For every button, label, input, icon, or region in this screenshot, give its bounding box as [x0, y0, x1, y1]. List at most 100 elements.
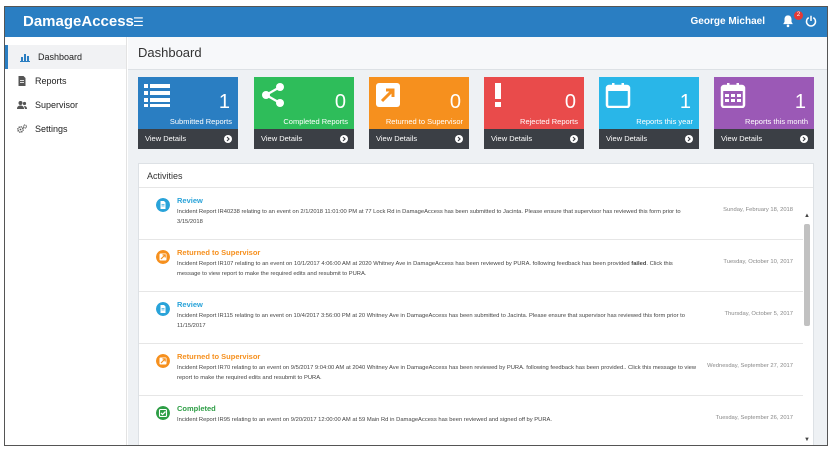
- sidebar-item-label: Supervisor: [35, 100, 79, 110]
- activity-date: Tuesday, October 10, 2017: [723, 259, 793, 265]
- card-count: 1: [679, 91, 691, 113]
- card-top: 1 Reports this month: [714, 77, 814, 129]
- sidebar-item-label: Settings: [35, 124, 68, 134]
- activity-text: Incident Report IR40238 relating to an e…: [177, 209, 681, 225]
- sidebar-item-dashboard[interactable]: Dashboard: [5, 45, 126, 69]
- card-label: Reports this year: [636, 117, 693, 126]
- card-reports-this-month[interactable]: 1 Reports this month View Details: [714, 77, 814, 149]
- list-item[interactable]: Returned to Supervisor Incident Report I…: [139, 240, 803, 292]
- view-details-link[interactable]: View Details: [714, 129, 814, 149]
- view-details-link[interactable]: View Details: [254, 129, 354, 149]
- sidebar-item-settings[interactable]: Settings: [5, 117, 126, 141]
- card-rejected-reports[interactable]: 0 Rejected Reports View Details: [484, 77, 584, 149]
- menu-toggle-icon[interactable]: ☰: [133, 15, 144, 29]
- file-text-icon: [156, 302, 170, 316]
- view-details-link[interactable]: View Details: [599, 129, 699, 149]
- view-details-link[interactable]: View Details: [138, 129, 238, 149]
- power-icon[interactable]: [805, 15, 817, 27]
- share-icon: [262, 83, 284, 107]
- users-icon: [17, 101, 27, 109]
- activity-heading: Review: [177, 300, 203, 309]
- sidebar: Dashboard Reports Supervisor Settings: [5, 37, 127, 445]
- activity-date: Sunday, February 18, 2018: [723, 207, 793, 213]
- arrow-circle-right-icon: [455, 135, 463, 143]
- external-link-icon: [376, 83, 400, 107]
- card-top: 0 Returned to Supervisor: [369, 77, 469, 129]
- arrow-circle-right-icon: [800, 135, 808, 143]
- card-count: 0: [449, 91, 461, 113]
- view-details-link[interactable]: View Details: [484, 129, 584, 149]
- view-details-label: View Details: [376, 134, 418, 143]
- view-details-label: View Details: [261, 134, 303, 143]
- view-details-link[interactable]: View Details: [369, 129, 469, 149]
- activities-panel: Activities Review Incident Report IR4023…: [138, 163, 814, 445]
- card-label: Reports this month: [745, 117, 808, 126]
- card-count: 1: [218, 91, 230, 113]
- scroll-down-arrow-icon[interactable]: ▼: [803, 436, 811, 444]
- list-item[interactable]: Review Incident Report IR115 relating to…: [139, 292, 803, 344]
- brand-logo[interactable]: DamageAccess: [23, 13, 134, 30]
- card-reports-this-year[interactable]: 1 Reports this year View Details: [599, 77, 699, 149]
- card-label: Returned to Supervisor: [385, 117, 463, 126]
- exclamation-icon: [495, 83, 501, 107]
- activity-text: Incident Report IR95 relating to an even…: [177, 417, 552, 423]
- card-submitted-reports[interactable]: 1 Submitted Reports View Details: [138, 77, 238, 149]
- activity-heading: Returned to Supervisor: [177, 352, 261, 361]
- list-icon: [144, 84, 170, 107]
- card-label: Rejected Reports: [520, 117, 578, 126]
- card-returned-to-supervisor[interactable]: 0 Returned to Supervisor View Details: [369, 77, 469, 149]
- card-top: 1 Reports this year: [599, 77, 699, 129]
- activities-scrollbar[interactable]: ▲ ▼: [803, 212, 811, 444]
- main-content: Dashboard 1 Submitted Reports View Detai…: [128, 37, 827, 445]
- list-item[interactable]: Completed Incident Report IR95 relating …: [139, 396, 803, 445]
- sidebar-item-reports[interactable]: Reports: [5, 69, 126, 93]
- card-label: Submitted Reports: [169, 117, 232, 126]
- activity-heading: Returned to Supervisor: [177, 248, 261, 257]
- card-completed-reports[interactable]: 0 Completed Reports View Details: [254, 77, 354, 149]
- sidebar-item-label: Reports: [35, 76, 67, 86]
- activity-date: Thursday, October 5, 2017: [724, 311, 793, 317]
- card-top: 1 Submitted Reports: [138, 77, 238, 129]
- activities-title: Activities: [139, 164, 813, 188]
- activities-list: Review Incident Report IR40238 relating …: [139, 188, 803, 445]
- gears-icon: [17, 124, 27, 133]
- card-count: 0: [334, 91, 346, 113]
- card-count: 0: [564, 91, 576, 113]
- card-count: 1: [794, 91, 806, 113]
- arrow-circle-right-icon: [340, 135, 348, 143]
- activity-date: Tuesday, September 26, 2017: [715, 415, 793, 421]
- external-link-icon: [156, 354, 170, 368]
- top-navbar: DamageAccess ☰ George Michael 2: [5, 7, 827, 37]
- notification-badge: 2: [794, 11, 803, 20]
- activity-text: Incident Report IR107 relating to an eve…: [177, 259, 697, 279]
- activity-text: Incident Report IR70 relating to an even…: [177, 365, 697, 381]
- view-details-label: View Details: [145, 134, 187, 143]
- list-item[interactable]: Returned to Supervisor Incident Report I…: [139, 344, 803, 396]
- view-details-label: View Details: [606, 134, 648, 143]
- activity-heading: Review: [177, 196, 203, 205]
- bar-chart-icon: [20, 54, 30, 62]
- arrow-circle-right-icon: [224, 135, 232, 143]
- arrow-circle-right-icon: [570, 135, 578, 143]
- stat-cards: 1 Submitted Reports View Details 0 Compl…: [138, 77, 818, 149]
- card-top: 0 Rejected Reports: [484, 77, 584, 129]
- activity-date: Wednesday, September 27, 2017: [707, 363, 793, 369]
- card-top: 0 Completed Reports: [254, 77, 354, 129]
- app-window: DamageAccess ☰ George Michael 2 Dashboar…: [4, 6, 828, 446]
- activity-heading: Completed: [177, 404, 216, 413]
- view-details-label: View Details: [721, 134, 763, 143]
- scroll-up-arrow-icon[interactable]: ▲: [803, 212, 811, 220]
- file-text-icon: [156, 198, 170, 212]
- bell-icon[interactable]: [781, 14, 795, 28]
- calendar-blank-icon: [605, 83, 631, 108]
- sidebar-item-supervisor[interactable]: Supervisor: [5, 93, 126, 117]
- file-icon: [18, 76, 26, 86]
- user-name[interactable]: George Michael: [691, 16, 765, 27]
- page-title: Dashboard: [128, 37, 827, 70]
- activity-text: Incident Report IR115 relating to an eve…: [177, 313, 685, 329]
- list-item[interactable]: Review Incident Report IR40238 relating …: [139, 188, 803, 240]
- calendar-icon: [720, 83, 746, 108]
- scroll-thumb[interactable]: [804, 224, 810, 326]
- card-label: Completed Reports: [283, 117, 348, 126]
- check-square-icon: [156, 406, 170, 420]
